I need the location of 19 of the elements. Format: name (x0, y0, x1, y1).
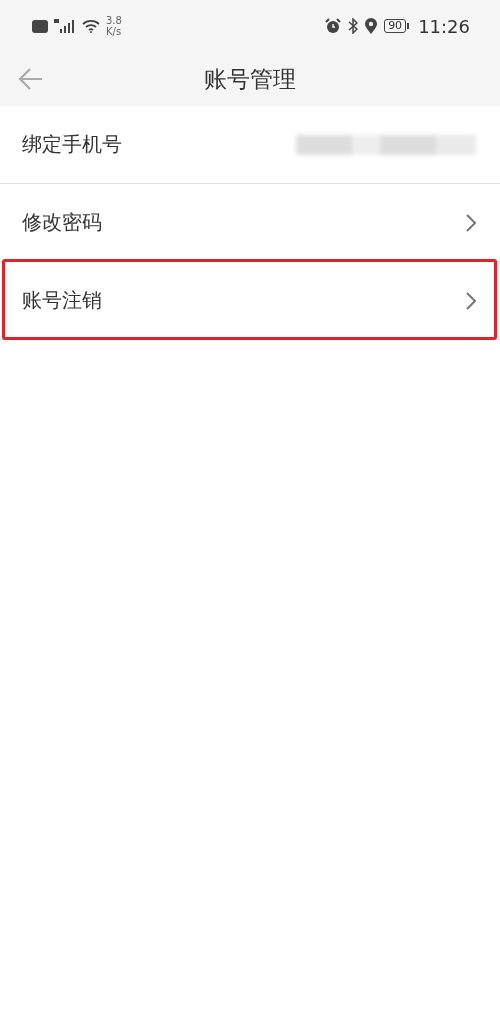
settings-row[interactable]: 绑定手机号 (0, 106, 500, 184)
wifi-icon (82, 19, 100, 33)
network-speed: 3.8 (106, 15, 122, 26)
signal-icon (54, 19, 76, 33)
row-label: 绑定手机号 (22, 131, 122, 158)
row-label: 账号注销 (22, 287, 102, 314)
settings-row[interactable]: 账号注销 (0, 262, 500, 340)
row-label: 修改密码 (22, 209, 102, 236)
chevron-right-icon (466, 213, 476, 232)
page-title: 账号管理 (204, 64, 296, 94)
bluetooth-icon (348, 18, 359, 34)
alarm-icon (325, 18, 342, 34)
chevron-right-icon (466, 291, 476, 310)
network-speed-unit: K/s (106, 26, 122, 37)
status-time: 11:26 (418, 15, 470, 37)
settings-row[interactable]: 修改密码 (0, 184, 500, 262)
battery-icon: 90 (384, 19, 410, 33)
back-arrow-icon[interactable] (18, 67, 44, 91)
location-icon (365, 18, 378, 34)
